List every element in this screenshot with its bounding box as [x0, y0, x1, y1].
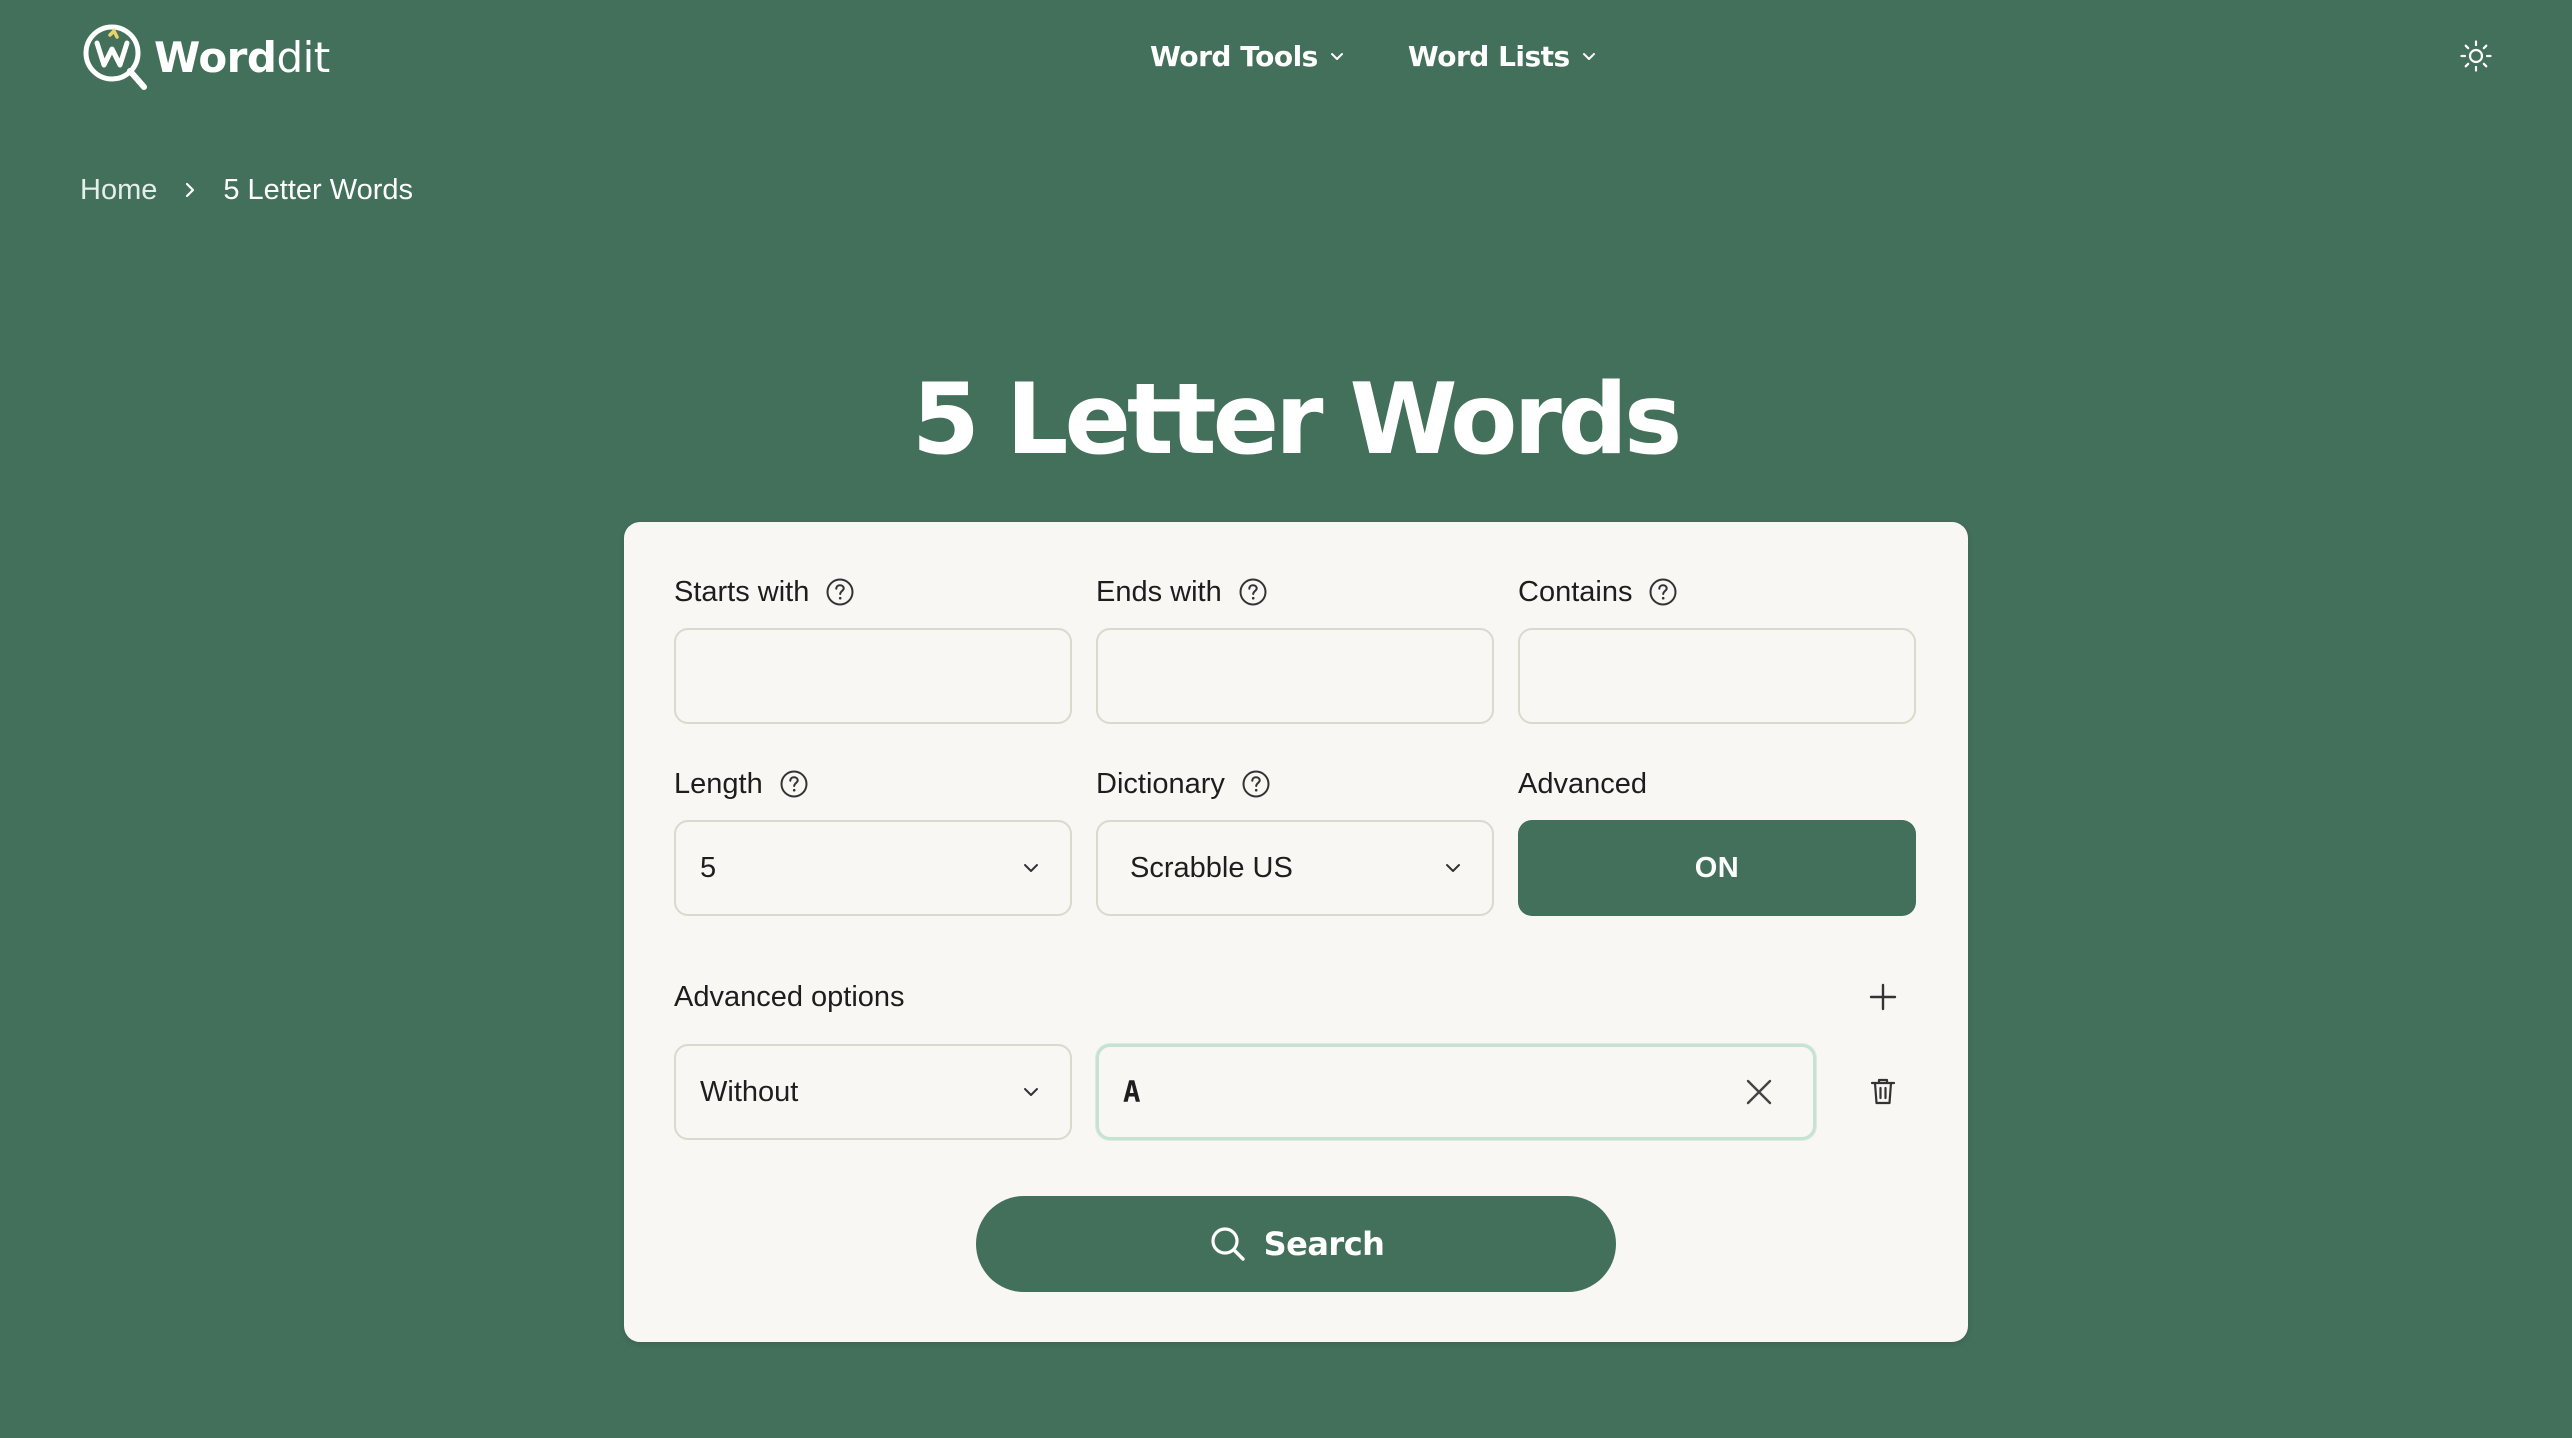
question-circle-icon[interactable]	[1238, 577, 1268, 607]
logo-text: Worddit	[154, 32, 330, 82]
chevron-down-icon	[1024, 864, 1038, 872]
contains-label: Contains	[1518, 572, 1678, 612]
ends-with-label: Ends with	[1096, 572, 1268, 612]
close-icon	[1746, 1079, 1772, 1105]
breadcrumb-home[interactable]: Home	[80, 174, 157, 207]
dictionary-select-value: Scrabble US	[1130, 851, 1293, 884]
question-circle-icon[interactable]	[1241, 769, 1271, 799]
length-label: Length	[674, 764, 809, 804]
chevron-down-icon	[1330, 53, 1343, 60]
trash-icon	[1870, 1078, 1896, 1105]
advanced-label-text: Advanced	[1518, 767, 1647, 800]
search-button[interactable]: Search	[976, 1196, 1616, 1292]
page: { "header": { "logo_bold": "Word", "logo…	[0, 0, 2572, 1438]
question-circle-icon[interactable]	[779, 769, 809, 799]
contains-input[interactable]	[1518, 628, 1916, 724]
dictionary-select[interactable]: Scrabble US	[1096, 820, 1494, 916]
delete-option-button[interactable]	[1860, 1068, 1906, 1114]
length-select[interactable]: 5	[674, 820, 1072, 916]
starts-with-input[interactable]	[674, 628, 1072, 724]
sun-icon	[2460, 40, 2492, 72]
add-option-button[interactable]	[1860, 974, 1906, 1020]
chevron-down-icon	[1446, 864, 1460, 872]
search-icon	[1210, 1227, 1245, 1261]
starts-with-label: Starts with	[674, 572, 855, 612]
worddit-logo-icon	[83, 24, 147, 90]
ends-with-label-text: Ends with	[1096, 575, 1222, 608]
contains-label-text: Contains	[1518, 575, 1633, 608]
question-circle-icon[interactable]	[825, 577, 855, 607]
clear-value-button[interactable]	[1739, 1072, 1779, 1112]
breadcrumb: Home 5 Letter Words	[80, 170, 413, 210]
option-value-field	[1096, 1044, 1816, 1140]
advanced-options-label: Advanced options	[674, 980, 905, 1013]
chevron-down-icon	[1024, 1088, 1038, 1096]
length-label-text: Length	[674, 767, 763, 800]
search-form-card: Starts with Ends with Contains Length Di…	[624, 522, 1968, 1342]
chevron-right-icon	[157, 180, 223, 200]
logo[interactable]: Worddit	[80, 21, 330, 93]
option-mode-value: Without	[700, 1075, 799, 1108]
nav-word-lists-label: Word Lists	[1407, 39, 1570, 73]
search-button-label: Search	[1263, 1225, 1385, 1263]
dictionary-label-text: Dictionary	[1096, 767, 1225, 800]
advanced-label: Advanced	[1518, 764, 1647, 804]
ends-with-input[interactable]	[1096, 628, 1494, 724]
nav-word-tools-label: Word Tools	[1150, 39, 1318, 73]
starts-with-label-text: Starts with	[674, 575, 810, 608]
plus-icon	[1869, 983, 1897, 1011]
nav-word-lists[interactable]: Word Lists	[1408, 28, 1598, 84]
chevron-down-icon	[1582, 53, 1595, 60]
length-select-value: 5	[700, 851, 717, 884]
advanced-toggle-button[interactable]: ON	[1518, 820, 1916, 916]
option-mode-select[interactable]: Without	[674, 1044, 1072, 1140]
breadcrumb-current: 5 Letter Words	[223, 173, 414, 206]
page-title: 5 Letter Words	[911, 363, 1683, 477]
main-nav: Word Tools Word Lists	[1150, 28, 1598, 84]
question-circle-icon[interactable]	[1648, 577, 1678, 607]
nav-word-tools[interactable]: Word Tools	[1150, 28, 1346, 84]
option-value-input[interactable]	[1123, 1075, 1739, 1109]
theme-toggle-button[interactable]	[2456, 36, 2496, 76]
dictionary-label: Dictionary	[1096, 764, 1271, 804]
